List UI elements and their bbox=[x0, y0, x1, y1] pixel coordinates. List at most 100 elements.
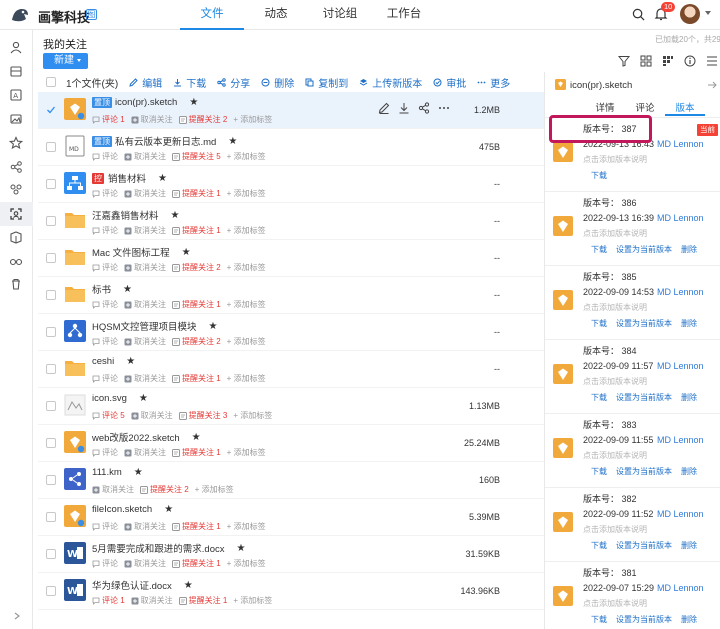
version-user[interactable]: MD Lennon bbox=[657, 361, 704, 371]
chevron-right-icon[interactable] bbox=[13, 612, 21, 620]
file-name[interactable]: Mac 文件图标工程 bbox=[92, 245, 170, 259]
file-name-line[interactable]: 111.km ★ bbox=[92, 467, 143, 478]
row-checkbox[interactable] bbox=[46, 549, 56, 559]
download-link[interactable]: 下载 bbox=[591, 392, 607, 403]
version-user[interactable]: MD Lennon bbox=[657, 139, 704, 149]
search-icon[interactable] bbox=[632, 8, 645, 21]
comment-count[interactable]: 评论 bbox=[92, 447, 118, 458]
file-name[interactable]: 标书 bbox=[92, 282, 111, 296]
add-tag-link[interactable]: + 添加标签 bbox=[227, 447, 266, 458]
star-icon[interactable]: ★ bbox=[184, 580, 193, 591]
star-icon[interactable]: ★ bbox=[192, 432, 201, 443]
file-name[interactable]: 华为绿色认证.docx bbox=[92, 578, 172, 592]
nav-activity[interactable]: 动态 bbox=[244, 0, 308, 30]
unfollow-link[interactable]: 取消关注 bbox=[124, 299, 166, 310]
comment-count[interactable]: 评论 bbox=[92, 299, 118, 310]
delete-link[interactable]: 删除 bbox=[681, 466, 697, 477]
add-tag-link[interactable]: + 添加标签 bbox=[227, 225, 266, 236]
file-name[interactable]: fileIcon.sketch bbox=[92, 504, 152, 515]
file-name-line[interactable]: 汪嘉鑫销售材料 ★ bbox=[92, 208, 179, 223]
version-description[interactable]: 点击添加版本说明 bbox=[583, 524, 647, 535]
comment-count[interactable]: 评论 bbox=[92, 373, 118, 384]
version-description[interactable]: 点击添加版本说明 bbox=[583, 154, 647, 165]
download-icon[interactable] bbox=[398, 102, 410, 114]
delete-link[interactable]: 删除 bbox=[681, 318, 697, 329]
add-tag-link[interactable]: + 添加标签 bbox=[227, 373, 266, 384]
add-tag-link[interactable]: + 添加标签 bbox=[233, 595, 272, 606]
add-tag-link[interactable]: + 添加标签 bbox=[233, 114, 272, 125]
file-name-line[interactable]: fileIcon.sketch ★ bbox=[92, 504, 173, 515]
add-tag-link[interactable]: + 添加标签 bbox=[227, 336, 266, 347]
add-tag-link[interactable]: + 添加标签 bbox=[227, 558, 266, 569]
remind-follow[interactable]: 提醒关注 2 bbox=[140, 484, 189, 495]
file-name[interactable]: HQSM文控管理项目模块 bbox=[92, 319, 197, 333]
add-tag-link[interactable]: + 添加标签 bbox=[227, 188, 266, 199]
drive-icon[interactable] bbox=[9, 64, 23, 78]
file-name[interactable]: 销售材料 bbox=[108, 171, 146, 185]
delete-link[interactable]: 删除 bbox=[681, 244, 697, 255]
set-current-link[interactable]: 设置为当前版本 bbox=[616, 540, 672, 551]
file-name[interactable]: icon.svg bbox=[92, 393, 127, 404]
delete-button[interactable]: 删除 bbox=[261, 75, 294, 90]
more-icon[interactable] bbox=[438, 102, 450, 114]
file-row[interactable]: MD 置顶 私有云版本更新日志.md ★ 评论 取消关注 提醒关注 5 + 添加标签 475B bbox=[38, 129, 544, 166]
copy-to-button[interactable]: 复制到 bbox=[305, 75, 348, 90]
unfollow-link[interactable]: 取消关注 bbox=[124, 336, 166, 347]
tab-comments[interactable]: 评论 bbox=[625, 100, 665, 116]
tab-versions[interactable]: 版本 bbox=[665, 100, 705, 116]
remind-follow[interactable]: 提醒关注 3 bbox=[178, 410, 227, 421]
file-row[interactable]: fileIcon.sketch ★ 评论 取消关注 提醒关注 1 + 添加标签 5.39MB bbox=[38, 499, 544, 536]
row-checkbox[interactable] bbox=[46, 586, 56, 596]
version-description[interactable]: 点击添加版本说明 bbox=[583, 302, 647, 313]
list-view-icon[interactable] bbox=[640, 55, 652, 67]
add-tag-link[interactable]: + 添加标签 bbox=[227, 262, 266, 273]
file-row[interactable]: icon.svg ★ 评论 5 取消关注 提醒关注 3 + 添加标签 1.13MB bbox=[38, 388, 544, 425]
row-checkbox[interactable] bbox=[46, 253, 56, 263]
unfollow-link[interactable]: 取消关注 bbox=[124, 262, 166, 273]
more-button[interactable]: 更多 bbox=[477, 75, 510, 90]
file-name-line[interactable]: 标书 ★ bbox=[92, 282, 132, 297]
edit-icon[interactable] bbox=[378, 102, 390, 114]
download-link[interactable]: 下载 bbox=[591, 170, 607, 181]
file-row[interactable]: ceshi ★ 评论 取消关注 提醒关注 1 + 添加标签 -- bbox=[38, 351, 544, 388]
nav-files[interactable]: 文件 bbox=[180, 0, 244, 30]
row-checkbox[interactable] bbox=[46, 438, 56, 448]
star-icon[interactable]: ★ bbox=[237, 543, 246, 554]
file-name-line[interactable]: Mac 文件图标工程 ★ bbox=[92, 245, 191, 260]
comment-count[interactable]: 评论 1 bbox=[92, 114, 125, 125]
file-name-line[interactable]: ceshi ★ bbox=[92, 356, 135, 367]
set-current-link[interactable]: 设置为当前版本 bbox=[616, 466, 672, 477]
row-checkbox[interactable] bbox=[46, 327, 56, 337]
file-row[interactable]: W 5月需要完成和跟进的需求.docx ★ 评论 取消关注 提醒关注 1 + 添加标签 31.… bbox=[38, 536, 544, 573]
row-checkbox[interactable] bbox=[46, 216, 56, 226]
add-tag-link[interactable]: + 添加标签 bbox=[195, 484, 234, 495]
file-name-line[interactable]: icon.svg ★ bbox=[92, 393, 148, 404]
unfollow-link[interactable]: 取消关注 bbox=[124, 447, 166, 458]
download-link[interactable]: 下载 bbox=[591, 466, 607, 477]
star-icon[interactable]: ★ bbox=[134, 467, 143, 478]
comment-count[interactable]: 评论 bbox=[92, 225, 118, 236]
star-icon[interactable]: ★ bbox=[209, 321, 218, 332]
star-icon[interactable]: ★ bbox=[228, 136, 237, 147]
share-button[interactable]: 分享 bbox=[217, 75, 250, 90]
filter-icon[interactable] bbox=[618, 55, 630, 67]
avatar[interactable] bbox=[680, 4, 700, 24]
delete-link[interactable]: 删除 bbox=[681, 392, 697, 403]
user-icon[interactable] bbox=[9, 40, 23, 54]
glasses-icon[interactable] bbox=[9, 254, 23, 268]
row-checkbox[interactable] bbox=[46, 364, 56, 374]
version-user[interactable]: MD Lennon bbox=[657, 583, 704, 593]
file-name[interactable]: 私有云版本更新日志.md bbox=[115, 134, 216, 148]
download-link[interactable]: 下载 bbox=[591, 540, 607, 551]
star-icon[interactable]: ★ bbox=[158, 173, 167, 184]
file-name-line[interactable]: 华为绿色认证.docx ★ bbox=[92, 578, 193, 593]
row-checkbox[interactable] bbox=[46, 105, 56, 115]
file-name[interactable]: 111.km bbox=[92, 467, 122, 478]
version-description[interactable]: 点击添加版本说明 bbox=[583, 376, 647, 387]
set-current-link[interactable]: 设置为当前版本 bbox=[616, 318, 672, 329]
remind-follow[interactable]: 提醒关注 1 bbox=[172, 373, 221, 384]
unfollow-link[interactable]: 取消关注 bbox=[131, 410, 173, 421]
remind-follow[interactable]: 提醒关注 1 bbox=[172, 447, 221, 458]
file-name-line[interactable]: 置顶 icon(pr).sketch ★ bbox=[92, 97, 198, 108]
download-link[interactable]: 下载 bbox=[591, 614, 607, 625]
